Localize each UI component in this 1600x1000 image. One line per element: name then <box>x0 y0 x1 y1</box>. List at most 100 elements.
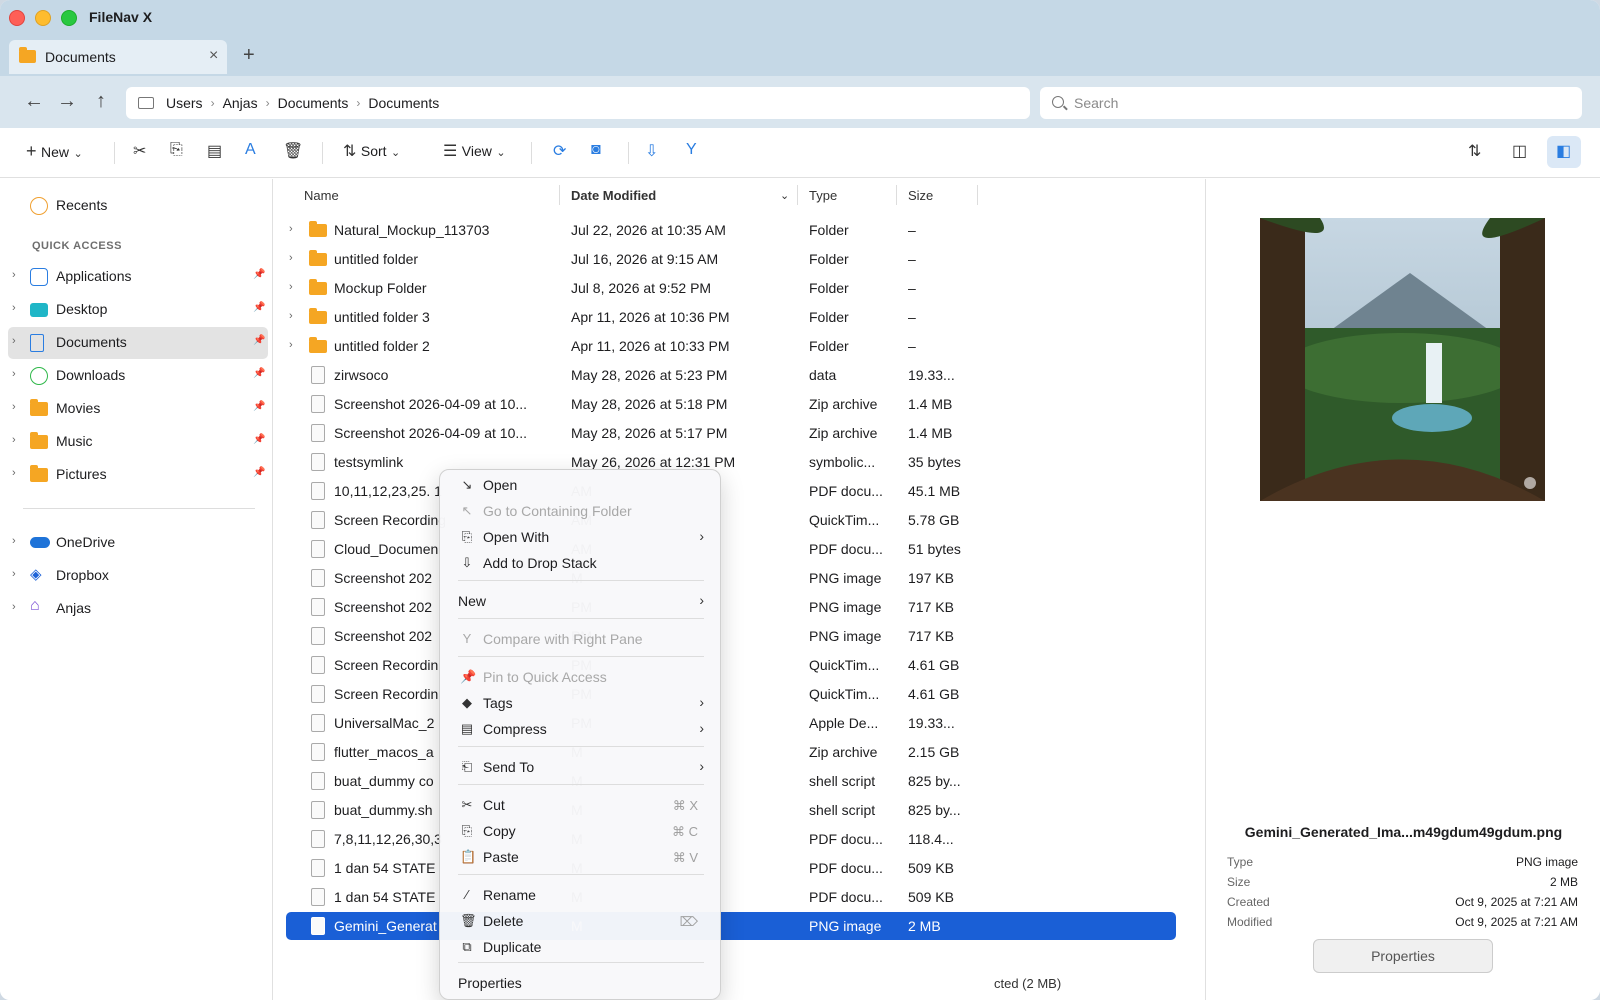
new-tab-button[interactable]: + <box>243 44 255 67</box>
sidebar-item-onedrive[interactable]: › OneDrive <box>8 527 268 559</box>
chevron-right-icon[interactable]: › <box>12 601 16 613</box>
sync-icon[interactable]: ⇅ <box>1468 141 1481 161</box>
rename-icon[interactable]: A <box>245 141 256 159</box>
menu-item-properties[interactable]: Properties <box>440 970 720 996</box>
chevron-right-icon[interactable]: › <box>12 401 16 413</box>
file-row[interactable]: flutter_macos_aMZip archive2.15 GB <box>286 738 1176 766</box>
breadcrumb-users[interactable]: Users <box>166 95 203 111</box>
properties-button[interactable]: Properties <box>1313 939 1493 973</box>
file-row[interactable]: 10,11,12,23,25. 1AMPDF docu...45.1 MB <box>286 477 1176 505</box>
file-row[interactable]: buat_dummy coMshell script825 by... <box>286 767 1176 795</box>
pin-icon[interactable]: 📌 <box>253 401 265 412</box>
file-row[interactable]: 1 dan 54 STATEMPDF docu...509 KB <box>286 883 1176 911</box>
file-row[interactable]: UniversalMac_2PMApple De...19.33... <box>286 709 1176 737</box>
tab-close-icon[interactable]: × <box>209 47 218 65</box>
split-pane-icon[interactable]: ◫ <box>1512 141 1527 161</box>
back-button[interactable]: ← <box>22 90 46 113</box>
menu-item-send-to[interactable]: ⎗ Send To › <box>440 754 720 780</box>
file-row[interactable]: Gemini_GeneratMPNG image2 MB <box>286 912 1176 940</box>
chevron-right-icon[interactable]: › <box>12 568 16 580</box>
file-row[interactable]: › untitled folder 3 Apr 11, 2026 at 10:36 … <box>286 303 1176 331</box>
chevron-right-icon[interactable]: › <box>289 223 293 235</box>
sidebar-item-pictures[interactable]: › Pictures 📌 <box>8 459 268 491</box>
menu-item-rename[interactable]: ∕ Rename <box>440 882 720 908</box>
copy-icon[interactable]: ⎘ <box>170 141 183 159</box>
menu-item-add-to-drop-stack[interactable]: ⇩ Add to Drop Stack <box>440 550 720 576</box>
file-row[interactable]: testsymlink May 26, 2026 at 12:31 PM symbo… <box>286 448 1176 476</box>
pin-icon[interactable]: 📌 <box>253 269 265 280</box>
file-row[interactable]: › Natural_Mockup_113703 Jul 22, 2026 at 10… <box>286 216 1176 244</box>
paste-icon[interactable]: ▤ <box>207 141 222 161</box>
sidebar-item-music[interactable]: › Music 📌 <box>8 426 268 458</box>
close-window-button[interactable] <box>9 10 25 26</box>
menu-item-copy[interactable]: ⎘ Copy ⌘ C <box>440 818 720 844</box>
chevron-right-icon[interactable]: › <box>289 339 293 351</box>
file-row[interactable]: › Mockup Folder Jul 8, 2026 at 9:52 PM Fold… <box>286 274 1176 302</box>
sidebar-item-downloads[interactable]: › Downloads 📌 <box>8 360 268 392</box>
file-row[interactable]: Screenshot 202PMPNG image717 KB <box>286 622 1176 650</box>
breadcrumb-anjas[interactable]: Anjas <box>223 95 258 111</box>
menu-item-tags[interactable]: ◆ Tags › <box>440 690 720 716</box>
file-row[interactable]: Cloud_DocumenAMPDF docu...51 bytes <box>286 535 1176 563</box>
chevron-right-icon[interactable]: › <box>12 467 16 479</box>
view-button[interactable]: ☰ View ⌄ <box>443 141 506 161</box>
chevron-right-icon[interactable]: › <box>12 535 16 547</box>
menu-item-duplicate[interactable]: ⧉ Duplicate <box>440 934 720 960</box>
chevron-right-icon[interactable]: › <box>12 269 16 281</box>
breadcrumb-documents[interactable]: Documents <box>278 95 349 111</box>
column-header-size[interactable]: Size <box>908 179 933 211</box>
file-row[interactable]: Screenshot 202MPNG image197 KB <box>286 564 1176 592</box>
file-row[interactable]: › untitled folder 2 Apr 11, 2026 at 10:33 … <box>286 332 1176 360</box>
sidebar-item-movies[interactable]: › Movies 📌 <box>8 393 268 425</box>
file-row[interactable]: Screen RecordinPMQuickTim...4.61 GB <box>286 680 1176 708</box>
menu-item-cut[interactable]: ✂ Cut ⌘ X <box>440 792 720 818</box>
file-row[interactable]: buat_dummy.shMshell script825 by... <box>286 796 1176 824</box>
breadcrumb[interactable]: Users › Anjas › Documents › Documents <box>126 87 1030 119</box>
chevron-right-icon[interactable]: › <box>12 434 16 446</box>
menu-item-compress[interactable]: ▤ Compress › <box>440 716 720 742</box>
pin-icon[interactable]: 📌 <box>253 302 265 313</box>
menu-item-new[interactable]: New › <box>440 588 720 614</box>
chevron-right-icon[interactable]: › <box>12 335 16 347</box>
column-header-date[interactable]: Date Modified <box>571 179 656 211</box>
sidebar-item-anjas[interactable]: › ⌂ Anjas <box>8 593 268 625</box>
sidebar-item-applications[interactable]: › Applications 📌 <box>8 261 268 293</box>
trash-icon[interactable]: 🗑 <box>283 141 303 161</box>
file-row[interactable]: Screenshot 202PMPNG image717 KB <box>286 593 1176 621</box>
breadcrumb-documents-current[interactable]: Documents <box>368 95 439 111</box>
pin-icon[interactable]: 📌 <box>253 467 265 478</box>
file-row[interactable]: Screen RecordinPMQuickTim...4.61 GB <box>286 651 1176 679</box>
file-row[interactable]: zirwsoco May 28, 2026 at 5:23 PM data 19.33… <box>286 361 1176 389</box>
file-row[interactable]: 1 dan 54 STATEMPDF docu...509 KB <box>286 854 1176 882</box>
column-header-type[interactable]: Type <box>809 179 837 211</box>
file-row[interactable]: Screenshot 2026-04-09 at 10... May 28, 20… <box>286 419 1176 447</box>
chevron-right-icon[interactable]: › <box>289 281 293 293</box>
forward-button[interactable]: → <box>55 90 79 113</box>
search-input[interactable]: Search <box>1040 87 1582 119</box>
sidebar-item-desktop[interactable]: › Desktop 📌 <box>8 294 268 326</box>
chevron-right-icon[interactable]: › <box>289 252 293 264</box>
tab-documents[interactable]: Documents × <box>9 40 227 74</box>
sidebar-item-documents[interactable]: › Documents 📌 <box>8 327 268 359</box>
chevron-right-icon[interactable]: › <box>289 310 293 322</box>
file-row[interactable]: Screen RecordingAMQuickTim...5.78 GB <box>286 506 1176 534</box>
pin-icon[interactable]: 📌 <box>253 335 265 346</box>
chevron-right-icon[interactable]: › <box>12 368 16 380</box>
sidebar-item-dropbox[interactable]: › ◈ Dropbox <box>8 560 268 592</box>
menu-item-delete[interactable]: 🗑 Delete ⌦ <box>440 908 720 934</box>
column-header-name[interactable]: Name <box>304 179 339 211</box>
menu-item-open-with[interactable]: ⎘ Open With › <box>440 524 720 550</box>
new-button[interactable]: + New ⌄ <box>26 141 83 162</box>
menu-item-open[interactable]: ↘ Open <box>440 472 720 498</box>
menu-item-paste[interactable]: 📋 Paste ⌘ V <box>440 844 720 870</box>
file-row[interactable]: Screenshot 2026-04-09 at 10... May 28, 20… <box>286 390 1176 418</box>
scissors-icon[interactable]: ✂ <box>133 141 146 161</box>
compare-icon[interactable]: Y <box>686 141 697 159</box>
minimize-window-button[interactable] <box>35 10 51 26</box>
file-row[interactable]: › untitled folder Jul 16, 2026 at 9:15 AM F… <box>286 245 1176 273</box>
zoom-window-button[interactable] <box>61 10 77 26</box>
drop-stack-icon[interactable]: ⇩ <box>645 141 658 161</box>
refresh-icon[interactable]: ⟳ <box>553 141 566 161</box>
chevron-right-icon[interactable]: › <box>12 302 16 314</box>
pin-icon[interactable]: 📌 <box>253 434 265 445</box>
